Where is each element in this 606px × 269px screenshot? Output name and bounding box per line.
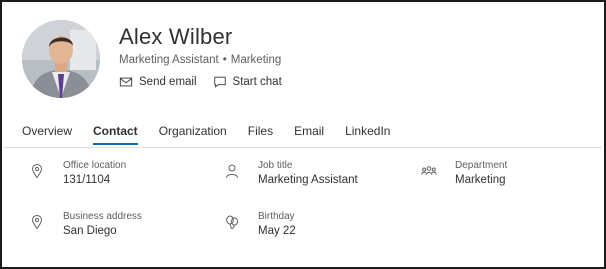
mail-icon (119, 77, 133, 87)
profile-department: Marketing (230, 54, 282, 66)
department-label: Department (455, 160, 508, 171)
tab-organization[interactable]: Organization (159, 124, 227, 144)
field-job-title: Job title Marketing Assistant (224, 160, 358, 186)
field-office-location: Office location 131/1104 (29, 160, 126, 186)
person-icon (226, 164, 238, 178)
tab-email[interactable]: Email (294, 124, 324, 144)
send-email-label: Send email (139, 76, 197, 88)
business-address-value: San Diego (63, 225, 117, 237)
start-chat-label: Start chat (232, 76, 282, 88)
tab-contact[interactable]: Contact (93, 124, 138, 145)
field-birthday: Birthday May 22 (224, 211, 296, 237)
profile-name: Alex Wilber (119, 24, 233, 49)
send-email-button[interactable]: Send email (119, 75, 197, 89)
avatar (22, 20, 100, 98)
subtitle-separator: • (222, 54, 227, 66)
field-department: Department Marketing (421, 160, 507, 186)
department-value: Marketing (455, 174, 506, 186)
location-pin-icon (31, 164, 43, 179)
business-address-label: Business address (63, 211, 142, 222)
tab-overview[interactable]: Overview (22, 124, 72, 144)
profile-job-title: Marketing Assistant (119, 54, 219, 66)
office-location-value: 131/1104 (63, 174, 111, 186)
location-pin-icon (31, 215, 43, 230)
birthday-label: Birthday (258, 211, 295, 222)
profile-tabs: Overview Contact Organization Files Emai… (22, 124, 411, 145)
profile-card: Alex Wilber Marketing Assistant • Marketin… (0, 0, 606, 269)
chat-icon (213, 76, 226, 88)
balloon-icon (226, 215, 238, 230)
job-title-value: Marketing Assistant (258, 174, 358, 186)
people-team-icon (421, 166, 437, 176)
birthday-value: May 22 (258, 225, 296, 237)
avatar-photo (22, 20, 100, 98)
tab-linkedin[interactable]: LinkedIn (345, 124, 390, 144)
start-chat-button[interactable]: Start chat (213, 75, 282, 89)
tabs-divider (4, 147, 602, 148)
tab-files[interactable]: Files (248, 124, 273, 144)
profile-actions: Send email Start chat (119, 75, 282, 89)
profile-subtitle: Marketing Assistant • Marketing (119, 54, 281, 66)
office-location-label: Office location (63, 160, 127, 171)
job-title-label: Job title (258, 160, 293, 171)
field-business-address: Business address San Diego (29, 211, 142, 237)
